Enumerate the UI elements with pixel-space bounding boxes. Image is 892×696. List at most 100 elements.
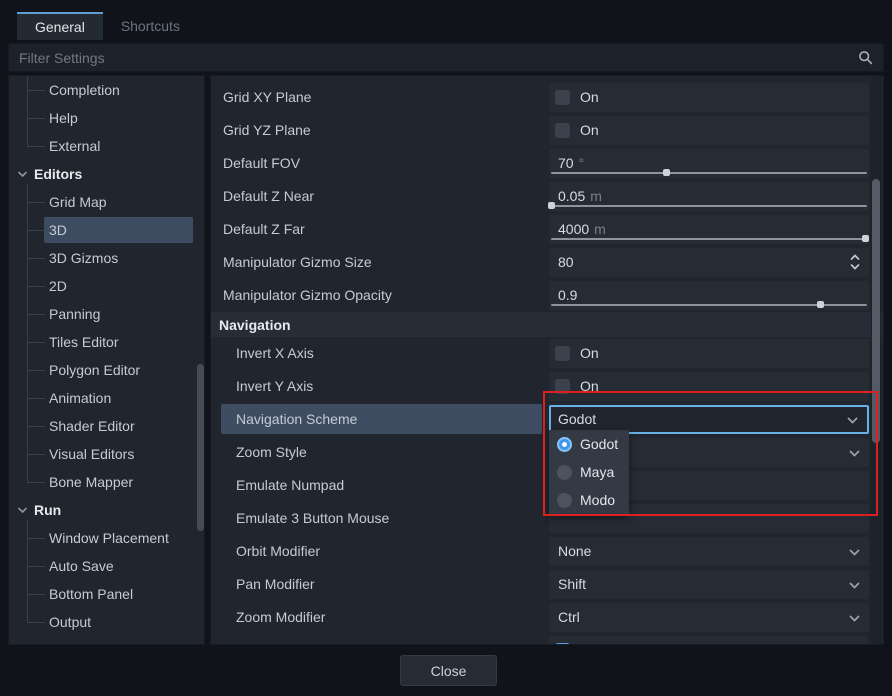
category-tree: Completion Help External Editors Grid Ma… bbox=[9, 76, 204, 644]
slider-handle[interactable] bbox=[862, 235, 869, 242]
tree-connector bbox=[27, 146, 45, 147]
setting-row-default-z-near: Default Z Near 0.05m bbox=[211, 180, 867, 213]
editor-settings-dialog: { "tabs": [ { "label": "General", "activ… bbox=[0, 0, 892, 696]
sidebar-item-label: 3D Gizmos bbox=[49, 250, 118, 266]
slider-handle[interactable] bbox=[817, 301, 824, 308]
sidebar-item-animation[interactable]: Animation bbox=[9, 384, 204, 412]
default-fov-slider[interactable]: 70° bbox=[549, 149, 869, 178]
warped-mouse-panning-checkbox[interactable] bbox=[549, 636, 867, 645]
filter-settings-input[interactable]: Filter Settings bbox=[8, 43, 884, 72]
sidebar-item-bone-mapper[interactable]: Bone Mapper bbox=[9, 468, 204, 496]
sidebar-item-bottom-panel[interactable]: Bottom Panel bbox=[9, 580, 204, 608]
sidebar-item-shader-editor[interactable]: Shader Editor bbox=[9, 412, 204, 440]
chevron-down-icon[interactable] bbox=[846, 414, 859, 427]
slider-value[interactable]: 0.9 bbox=[558, 287, 577, 303]
grid-yz-plane-checkbox[interactable]: On bbox=[549, 116, 869, 145]
default-z-far-slider[interactable]: 4000m bbox=[549, 215, 869, 244]
sidebar-item-label: Bottom Panel bbox=[49, 586, 133, 602]
slider-track[interactable] bbox=[551, 172, 867, 174]
sidebar-item-grid-map[interactable]: Grid Map bbox=[9, 188, 204, 216]
sidebar-item-window-placement[interactable]: Window Placement bbox=[9, 524, 204, 552]
invert-y-axis-checkbox[interactable]: On bbox=[549, 372, 869, 401]
setting-label: Grid XY Plane bbox=[223, 89, 311, 105]
chevron-down-icon[interactable] bbox=[848, 447, 861, 460]
checkbox-icon[interactable] bbox=[555, 379, 570, 394]
option-label: Modo bbox=[580, 492, 615, 508]
radio-icon[interactable] bbox=[557, 465, 572, 480]
sidebar-item-run[interactable]: Run bbox=[9, 496, 204, 524]
sidebar-item-panning[interactable]: Panning bbox=[9, 300, 204, 328]
slider-value[interactable]: 4000m bbox=[558, 221, 606, 237]
popup-option-modo[interactable]: Modo bbox=[549, 486, 629, 514]
tree-connector bbox=[27, 258, 45, 259]
chevron-down-icon[interactable] bbox=[17, 505, 28, 516]
settings-scrollbar[interactable] bbox=[872, 179, 880, 443]
setting-row-emulate-numpad: Emulate Numpad bbox=[211, 469, 867, 502]
zoom-modifier-dropdown[interactable]: Ctrl bbox=[549, 603, 869, 632]
sidebar-item-tiles-editor[interactable]: Tiles Editor bbox=[9, 328, 204, 356]
sidebar-item-help[interactable]: Help bbox=[9, 104, 204, 132]
slider-value[interactable]: 70° bbox=[558, 155, 584, 171]
slider-handle[interactable] bbox=[548, 202, 555, 209]
option-label: Maya bbox=[580, 464, 614, 480]
sidebar-item-output[interactable]: Output bbox=[9, 608, 204, 636]
sidebar-item-label: Panning bbox=[49, 306, 100, 322]
dropdown-value: Shift bbox=[558, 576, 586, 592]
default-z-near-slider[interactable]: 0.05m bbox=[549, 182, 869, 211]
orbit-modifier-dropdown[interactable]: None bbox=[549, 537, 869, 566]
checkbox-icon[interactable] bbox=[555, 346, 570, 361]
slider-value[interactable]: 0.05m bbox=[558, 188, 602, 204]
invert-x-axis-checkbox[interactable]: On bbox=[549, 339, 869, 368]
checkbox-checked-icon[interactable] bbox=[555, 643, 570, 645]
sidebar-item-polygon-editor[interactable]: Polygon Editor bbox=[9, 356, 204, 384]
unit-suffix: ° bbox=[579, 155, 585, 171]
tab-general[interactable]: General bbox=[17, 12, 103, 40]
sidebar-item-2d[interactable]: 2D bbox=[9, 272, 204, 300]
sidebar-item-label: Run bbox=[34, 502, 61, 518]
setting-label: Default Z Near bbox=[223, 188, 314, 204]
value-text: 0.05 bbox=[558, 188, 585, 204]
sidebar-item-label: 3D bbox=[49, 222, 67, 238]
radio-selected-icon[interactable] bbox=[557, 437, 572, 452]
sidebar-item-completion[interactable]: Completion bbox=[9, 76, 204, 104]
sidebar-item-3d[interactable]: 3D bbox=[9, 216, 204, 244]
pan-modifier-dropdown[interactable]: Shift bbox=[549, 570, 869, 599]
spinbox-updown-icon[interactable] bbox=[849, 252, 861, 272]
chevron-down-icon[interactable] bbox=[17, 169, 28, 180]
setting-label: Grid YZ Plane bbox=[223, 122, 311, 138]
manipulator-gizmo-opacity-slider[interactable]: 0.9 bbox=[549, 281, 869, 310]
settings-category-sidebar: Completion Help External Editors Grid Ma… bbox=[8, 75, 205, 645]
sidebar-item-external[interactable]: External bbox=[9, 132, 204, 160]
checkbox-icon[interactable] bbox=[555, 90, 570, 105]
sidebar-item-label: 2D bbox=[49, 278, 67, 294]
setting-label: Zoom Modifier bbox=[236, 609, 325, 625]
setting-row-emulate-3-button-mouse: Emulate 3 Button Mouse bbox=[211, 502, 867, 535]
chevron-down-icon[interactable] bbox=[848, 546, 861, 559]
grid-xy-plane-checkbox[interactable]: On bbox=[549, 83, 869, 112]
setting-label: Zoom Style bbox=[236, 444, 307, 460]
setting-row-zoom-style: Zoom Style bbox=[211, 436, 867, 469]
manipulator-gizmo-size-spinbox[interactable]: 80 bbox=[549, 248, 869, 277]
slider-track[interactable] bbox=[551, 238, 867, 240]
sidebar-item-editors[interactable]: Editors bbox=[9, 160, 204, 188]
tree-connector bbox=[27, 566, 45, 567]
setting-row-zoom-modifier: Zoom Modifier Ctrl bbox=[211, 601, 867, 634]
close-button[interactable]: Close bbox=[400, 655, 497, 686]
slider-track[interactable] bbox=[551, 205, 867, 207]
sidebar-item-auto-save[interactable]: Auto Save bbox=[9, 552, 204, 580]
radio-icon[interactable] bbox=[557, 493, 572, 508]
tree-connector bbox=[27, 370, 45, 371]
checkbox-icon[interactable] bbox=[555, 123, 570, 138]
sidebar-scrollbar[interactable] bbox=[197, 364, 204, 531]
chevron-down-icon[interactable] bbox=[848, 612, 861, 625]
tab-shortcuts[interactable]: Shortcuts bbox=[103, 12, 198, 40]
popup-option-godot[interactable]: Godot bbox=[549, 430, 629, 458]
setting-label: Manipulator Gizmo Size bbox=[223, 254, 372, 270]
chevron-down-icon[interactable] bbox=[848, 579, 861, 592]
spinbox-value[interactable]: 80 bbox=[558, 254, 574, 270]
slider-handle[interactable] bbox=[663, 169, 670, 176]
sidebar-item-3d-gizmos[interactable]: 3D Gizmos bbox=[9, 244, 204, 272]
popup-option-maya[interactable]: Maya bbox=[549, 458, 629, 486]
sidebar-item-visual-editors[interactable]: Visual Editors bbox=[9, 440, 204, 468]
checkbox-label: On bbox=[580, 89, 599, 105]
